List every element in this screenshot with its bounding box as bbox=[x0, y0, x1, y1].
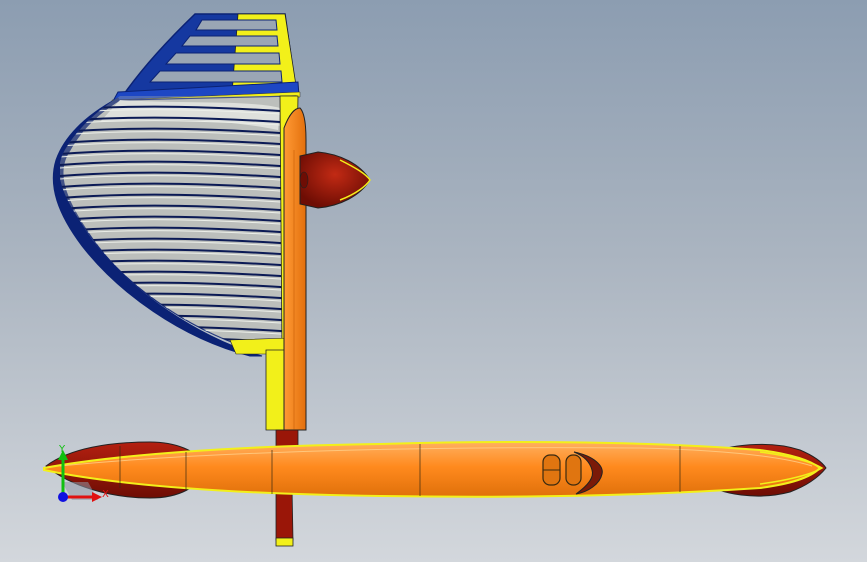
wing-assembly[interactable] bbox=[52, 13, 301, 357]
triad-y-label: Y bbox=[58, 444, 66, 455]
hull-assembly[interactable] bbox=[43, 441, 827, 499]
cad-graphics-viewport[interactable]: Y X bbox=[0, 0, 867, 562]
aircraft-model-view[interactable]: Y X bbox=[0, 0, 867, 562]
nacelle-body[interactable] bbox=[299, 151, 371, 209]
triad-x-label: X bbox=[102, 489, 109, 500]
triad-z-axis bbox=[58, 492, 68, 502]
upper-nacelle[interactable] bbox=[299, 151, 371, 209]
mast-yellow-strip bbox=[265, 349, 286, 431]
